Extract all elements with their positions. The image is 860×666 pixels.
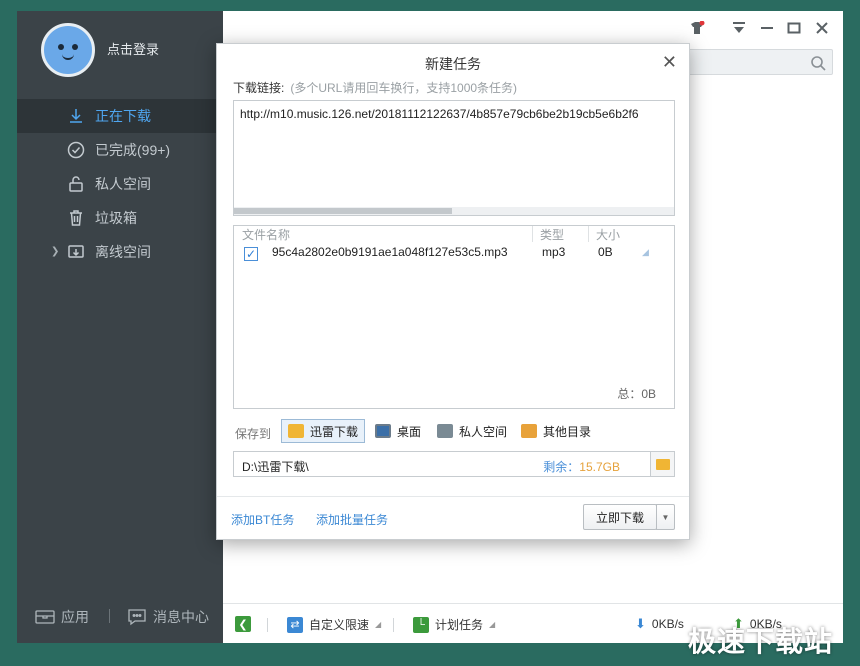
download-speed: ⬇ 0KB/s (635, 616, 684, 632)
apps-label: 应用 (61, 609, 89, 625)
avatar[interactable] (41, 23, 95, 77)
maximize-icon[interactable] (786, 21, 802, 35)
close-window-icon[interactable] (814, 21, 830, 35)
search-icon[interactable] (810, 55, 826, 71)
sidebar-item-label: 已完成(99+) (95, 142, 171, 158)
sidebar-nav: 正在下载 已完成(99+) 私人空间 垃圾箱 ❯ 离线空间 (17, 99, 223, 269)
apps-button[interactable]: 应用 (35, 607, 89, 627)
new-task-dialog: 新建任务 ✕ 下载链接: (多个URL请用回车换行，支持1000条任务) http… (216, 43, 690, 540)
triangle-icon: ◢ (375, 620, 382, 629)
save-to-row: 保存到 迅雷下载 桌面 私人空间 其他目录 (233, 418, 675, 444)
save-option-other-directory[interactable]: 其他目录 (515, 419, 597, 443)
chevron-left-icon: ❮ (235, 616, 251, 632)
folder-open-icon (521, 424, 537, 438)
collapse-sidebar-button[interactable]: ❮ (235, 616, 251, 632)
sidebar-item-trash[interactable]: 垃圾箱 (17, 201, 223, 235)
download-speed-value: 0KB/s (651, 617, 684, 631)
download-link-hint: (多个URL请用回车换行，支持1000条任务) (290, 81, 518, 95)
scheduled-task-label: 计划任务 (435, 618, 484, 632)
sidebar: 点击登录 正在下载 已完成(99+) 私人空间 垃圾箱 ❯ 离线空间 应用 消息… (17, 11, 223, 643)
dialog-title: 新建任务 (425, 56, 481, 72)
divider (217, 496, 689, 497)
sidebar-item-private-space[interactable]: 私人空间 (17, 167, 223, 201)
scrollbar-thumb[interactable] (234, 208, 452, 214)
search-input[interactable] (683, 49, 833, 75)
clock-icon: └ (413, 616, 429, 633)
message-center-button[interactable]: 消息中心 (127, 607, 209, 627)
sidebar-item-label: 私人空间 (95, 176, 151, 192)
save-path-value: D:\迅雷下载\ (242, 460, 309, 474)
scheduled-task-button[interactable]: └ 计划任务 ◢ (413, 616, 495, 633)
close-icon[interactable]: ✕ (662, 52, 677, 73)
total-size: 总：0B (617, 387, 656, 401)
add-batch-task-link[interactable]: 添加批量任务 (316, 511, 388, 528)
speed-limit-label: 自定义限速 (309, 618, 370, 632)
sidebar-bottom: 应用 消息中心 (17, 587, 223, 643)
title-bar (223, 11, 843, 75)
free-space-value: 15.7GB (579, 460, 620, 474)
message-center-label: 消息中心 (153, 609, 209, 625)
sidebar-item-completed[interactable]: 已完成(99+) (17, 133, 223, 167)
file-type: mp3 (542, 245, 566, 259)
table-row[interactable]: ✓ 95c4a2802e0b9191ae1a048f127e53c5.mp3 m… (234, 244, 674, 264)
watermark: 极速下载站 (688, 626, 834, 657)
private-space-icon (437, 424, 453, 438)
login-link[interactable]: 点击登录 (107, 39, 159, 58)
add-bt-task-link[interactable]: 添加BT任务 (231, 511, 294, 528)
download-link-label: 下载链接: (多个URL请用回车换行，支持1000条任务) (233, 81, 518, 95)
skin-shirt-icon[interactable] (689, 20, 705, 35)
chat-bubble-icon (128, 609, 146, 626)
trash-icon (70, 210, 82, 226)
save-path-input[interactable]: D:\迅雷下载\ 剩余：15.7GB (233, 451, 675, 477)
file-list: 文件名称 类型 大小 ✓ 95c4a2802e0b9191ae1a048f127… (233, 225, 675, 409)
chevron-down-icon[interactable]: ▼ (656, 504, 675, 530)
sidebar-item-offline-space[interactable]: ❯ 离线空间 (17, 235, 223, 269)
divider (109, 609, 110, 623)
file-size: 0B (598, 245, 613, 259)
folder-icon (655, 458, 670, 470)
sidebar-item-downloading[interactable]: 正在下载 (17, 99, 223, 133)
check-circle-icon (67, 141, 85, 159)
speed-limit-icon: ⇄ (287, 616, 303, 633)
horizontal-scrollbar[interactable] (234, 207, 674, 215)
minimize-icon[interactable] (759, 21, 775, 35)
chevron-right-icon[interactable]: ❯ (51, 246, 59, 257)
column-type: 类型 (540, 228, 565, 242)
speed-limit-button[interactable]: ⇄ 自定义限速 ◢ (287, 616, 381, 633)
lock-icon (69, 176, 83, 192)
url-value: http://m10.music.126.net/20181112122637/… (240, 107, 639, 121)
menu-dropdown-icon[interactable] (731, 21, 747, 35)
file-checkbox[interactable]: ✓ (244, 247, 258, 261)
save-option-desktop[interactable]: 桌面 (369, 419, 427, 443)
folder-icon (288, 424, 304, 438)
save-to-label: 保存到 (235, 427, 272, 441)
triangle-icon: ◢ (489, 620, 496, 629)
download-icon (70, 109, 82, 123)
apps-icon (35, 610, 55, 624)
sidebar-item-label: 正在下载 (95, 108, 151, 124)
sidebar-item-label: 离线空间 (95, 244, 151, 260)
file-list-header: 文件名称 类型 大小 (234, 226, 674, 242)
column-name: 文件名称 (242, 228, 291, 242)
download-now-button[interactable]: 立即下载 (583, 504, 657, 530)
file-name: 95c4a2802e0b9191ae1a048f127e53c5.mp3 (272, 245, 508, 259)
desktop-icon (375, 424, 391, 438)
free-space: 剩余：15.7GB (543, 460, 620, 474)
column-size: 大小 (596, 228, 621, 242)
browse-folder-button[interactable] (650, 452, 674, 476)
save-option-private-space[interactable]: 私人空间 (431, 419, 513, 443)
save-option-thunder-downloads[interactable]: 迅雷下载 (281, 419, 366, 443)
url-textarea[interactable]: http://m10.music.126.net/20181112122637/… (233, 100, 675, 216)
resize-corner-icon: ◢ (642, 247, 649, 257)
arrow-down-icon: ⬇ (635, 616, 646, 631)
sidebar-item-label: 垃圾箱 (95, 210, 137, 226)
cloud-download-icon (68, 245, 84, 258)
